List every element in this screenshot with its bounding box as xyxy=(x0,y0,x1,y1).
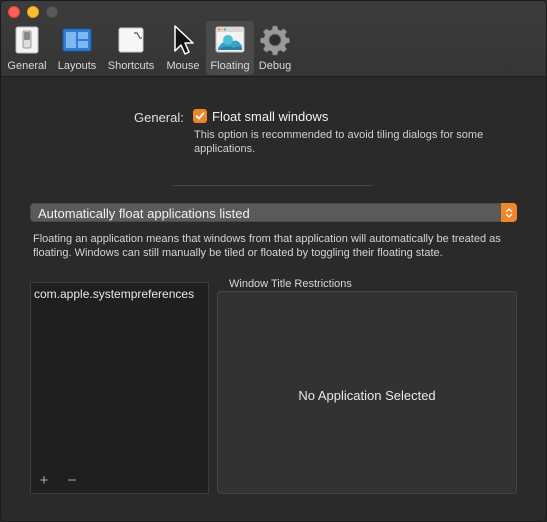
chevron-updown-icon xyxy=(505,207,513,218)
window-title-restrictions-panel: No Application Selected xyxy=(217,291,517,494)
window-title-restrictions-heading: Window Title Restrictions xyxy=(229,278,352,290)
tab-mouse[interactable]: Mouse xyxy=(162,21,204,75)
float-mode-selected-value: Automatically float applications listed xyxy=(38,206,250,221)
switch-icon xyxy=(15,26,39,54)
tab-mouse-label: Mouse xyxy=(166,60,200,72)
remove-application-button[interactable]: − xyxy=(63,473,81,489)
checkmark-icon xyxy=(195,112,205,120)
layout-icon xyxy=(62,28,92,52)
tab-layouts-label: Layouts xyxy=(57,60,97,72)
no-application-selected-text: No Application Selected xyxy=(298,388,436,403)
float-mode-select[interactable]: Automatically float applications listed xyxy=(30,203,517,222)
floating-window-icon xyxy=(215,26,245,53)
minimize-button[interactable] xyxy=(27,6,39,18)
section-divider xyxy=(173,185,373,186)
close-button[interactable] xyxy=(8,6,20,18)
preferences-window: General Layouts Shortcuts Mouse Floating… xyxy=(0,0,547,522)
zoom-button[interactable] xyxy=(46,6,58,18)
select-stepper[interactable] xyxy=(501,203,517,222)
toolbar: General Layouts Shortcuts Mouse Floating… xyxy=(1,1,546,77)
float-mode-description: Floating an application means that windo… xyxy=(33,233,501,259)
float-small-windows-checkbox[interactable] xyxy=(193,109,207,123)
tab-general[interactable]: General xyxy=(5,21,49,75)
list-item[interactable]: com.apple.systempreferences xyxy=(34,287,206,301)
traffic-lights xyxy=(8,6,58,18)
tab-debug[interactable]: Debug xyxy=(255,21,295,75)
float-small-windows-help: This option is recommended to avoid tili… xyxy=(194,129,484,155)
tab-shortcuts[interactable]: Shortcuts xyxy=(103,21,159,75)
general-section-label: General: xyxy=(134,110,184,125)
keyboard-icon xyxy=(118,27,144,53)
application-list[interactable]: com.apple.systempreferences + − xyxy=(30,282,209,494)
tab-debug-label: Debug xyxy=(258,60,292,72)
tab-floating-label: Floating xyxy=(210,60,250,72)
add-application-button[interactable]: + xyxy=(35,473,53,489)
tab-shortcuts-label: Shortcuts xyxy=(107,60,155,72)
cursor-icon xyxy=(174,25,194,55)
tab-general-label: General xyxy=(7,60,47,72)
tab-layouts[interactable]: Layouts xyxy=(54,21,100,75)
gear-icon xyxy=(260,25,290,56)
tab-floating[interactable]: Floating xyxy=(206,21,254,75)
float-small-windows-label[interactable]: Float small windows xyxy=(212,109,328,124)
